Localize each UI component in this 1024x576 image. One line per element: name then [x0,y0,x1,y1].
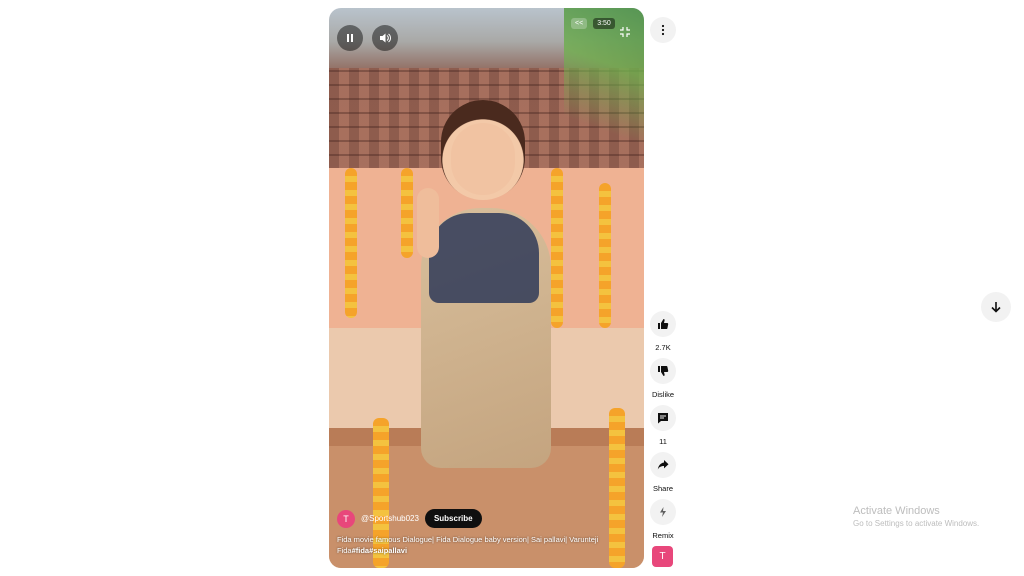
remix-source-avatar[interactable]: T [652,546,673,567]
activate-windows-watermark: Activate Windows Go to Settings to activ… [853,505,979,528]
like-count: 2.7K [655,343,671,352]
fullscreen-button[interactable] [617,26,633,42]
share-label: Share [652,484,673,493]
share-icon [657,460,669,470]
like-button[interactable] [650,311,676,337]
watermark-title: Activate Windows [853,505,940,517]
more-vertical-icon [661,24,665,36]
seek-back-label[interactable]: << [571,18,588,29]
shorts-page: << 3:50 T @Sportshub023 Subscribe Fida m… [0,0,1024,576]
next-video-button[interactable] [981,292,1011,322]
volume-icon [380,33,391,43]
video-description[interactable]: Fida movie famous Dialogue| Fida Dialogu… [337,534,637,556]
pause-icon [347,34,353,42]
remix-button[interactable] [650,499,676,525]
video-player[interactable]: << 3:50 T @Sportshub023 Subscribe Fida m… [329,8,644,568]
thumbs-down-icon [658,366,669,376]
marigold-garland [345,168,357,318]
fullscreen-exit-icon [620,27,630,37]
child-raised-arm [417,188,439,258]
remix-action[interactable]: Remix [650,499,676,540]
pause-button[interactable] [337,25,363,51]
comment-icon [658,413,668,424]
dislike-action[interactable]: Dislike [650,358,676,399]
share-action[interactable]: Share [650,452,676,493]
comments-button[interactable] [650,405,676,431]
volume-button[interactable] [372,25,398,51]
child-blouse [429,213,539,303]
share-button[interactable] [650,452,676,478]
like-action[interactable]: 2.7K [650,311,676,352]
video-time: 3:50 [593,18,615,29]
subscribe-button[interactable]: Subscribe [424,509,482,528]
description-hashtags[interactable]: #fida#saipallavi [352,546,407,555]
remix-label: Remix [652,531,674,540]
child-face [451,123,515,195]
comments-count: 11 [659,437,667,446]
thumbs-up-icon [658,319,669,329]
seek-indicator: << 3:50 [571,18,615,29]
arrow-down-icon [991,302,1001,313]
dislike-label: Dislike [651,390,675,399]
marigold-garland [551,168,563,328]
channel-name[interactable]: @Sportshub023 [361,514,419,523]
comments-action[interactable]: 11 [650,405,676,446]
dislike-button[interactable] [650,358,676,384]
channel-avatar[interactable]: T [337,509,355,528]
watermark-subtitle: Go to Settings to activate Windows. [853,519,980,528]
remix-icon [660,507,666,517]
marigold-garland [401,168,413,258]
more-options-button[interactable] [650,17,676,43]
video-metadata: T @Sportshub023 Subscribe Fida movie fam… [337,509,637,556]
